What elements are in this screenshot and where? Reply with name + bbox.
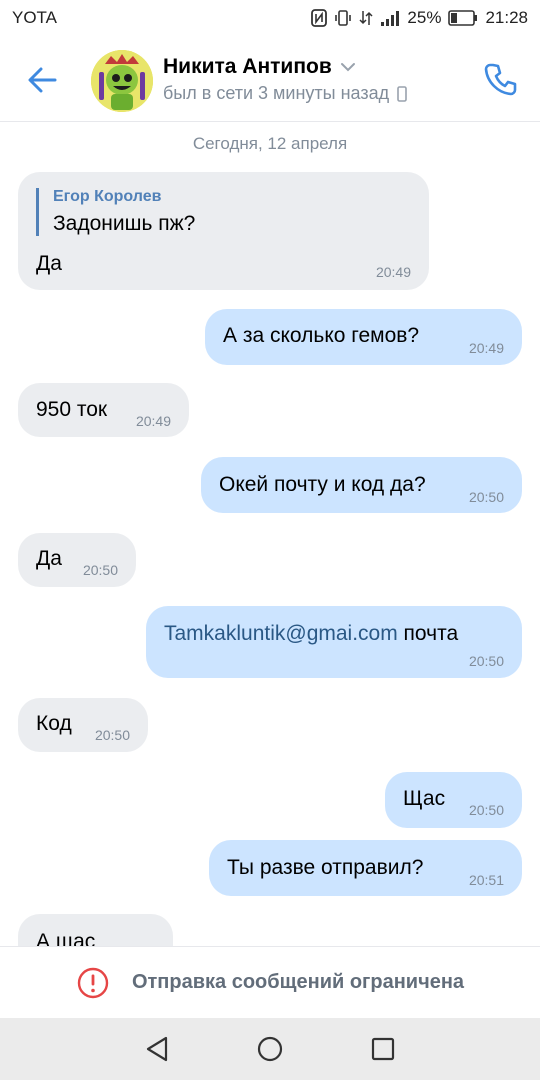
signal-icon <box>380 9 400 27</box>
battery-icon <box>448 10 478 26</box>
chevron-down-icon <box>340 63 355 72</box>
chat-header: Никита Антипов был в сети 3 минуты назад <box>0 36 540 122</box>
message-text: Tamkakluntik@gmai.com почта <box>164 622 458 646</box>
message-bubble-incoming[interactable]: Да 20:50 <box>18 533 136 587</box>
message-time: 20:49 <box>468 340 504 356</box>
last-seen-text: был в сети 3 минуты назад <box>163 83 390 103</box>
message-text: Окей почту и код да? <box>219 473 426 496</box>
title-block[interactable]: Никита Антипов был в сети 3 минуты назад <box>163 55 407 104</box>
nfc-icon <box>311 9 328 27</box>
contact-name-text: Никита Антипов <box>163 55 332 78</box>
nav-back-button[interactable] <box>137 1029 177 1069</box>
message-text: Щас <box>403 787 446 810</box>
message-time: 20:51 <box>468 872 504 888</box>
message-bubble-outgoing[interactable]: А за сколько гемов? 20:49 <box>205 309 522 365</box>
triangle-back-icon <box>146 1036 167 1062</box>
message-time: 20:49 <box>375 264 411 280</box>
message-bubble-incoming[interactable]: 950 ток 20:49 <box>18 383 189 437</box>
message-text: Ты разве отправил? <box>227 856 424 879</box>
message-time: 20:50 <box>468 653 504 669</box>
message-bubble-outgoing[interactable]: Ты разве отправил? 20:51 <box>209 840 522 896</box>
message-text-suffix: почта <box>397 622 459 645</box>
message-text: Код <box>36 712 72 735</box>
system-navigation-bar <box>0 1018 540 1080</box>
circle-home-icon <box>257 1036 283 1062</box>
avatar-image <box>91 50 153 112</box>
message-bubble-incoming[interactable]: Егор Королев Задонишь пж? Да 20:49 <box>18 172 429 290</box>
vibrate-icon <box>334 9 352 27</box>
mobile-data-icon <box>359 9 373 27</box>
clock: 21:28 <box>485 8 528 27</box>
restriction-text: Отправка сообщений ограничена <box>131 971 465 993</box>
status-icons: 25% 21:28 <box>311 8 528 28</box>
message-bubble-outgoing[interactable]: Tamkakluntik@gmai.com почта 20:50 <box>146 606 522 678</box>
message-time: 20:49 <box>135 413 171 429</box>
phone-icon <box>484 63 517 96</box>
message-time: 20:50 <box>468 489 504 505</box>
back-button[interactable] <box>22 60 62 100</box>
square-recents-icon <box>372 1037 395 1061</box>
status-bar: YOTA 25% 21:28 <box>0 0 540 36</box>
message-time: 20:50 <box>94 727 130 743</box>
message-text: 950 ток <box>36 398 108 421</box>
email-link[interactable]: Tamkakluntik@gmai.com <box>164 622 398 645</box>
call-button[interactable] <box>480 58 522 100</box>
mobile-device-icon <box>397 85 407 102</box>
last-seen-status: был в сети 3 минуты назад <box>163 83 407 104</box>
message-bubble-outgoing[interactable]: Щас 20:50 <box>385 772 522 828</box>
nav-recents-button[interactable] <box>363 1029 403 1069</box>
message-bubble-outgoing[interactable]: Окей почту и код да? 20:50 <box>201 457 522 513</box>
nav-home-button[interactable] <box>250 1029 290 1069</box>
message-bubble-incoming[interactable]: А щас <box>18 914 173 946</box>
reply-quote[interactable]: Егор Королев Задонишь пж? <box>36 188 195 236</box>
carrier-label: YOTA <box>12 8 58 27</box>
reply-author: Егор Королев <box>53 188 162 205</box>
message-time: 20:50 <box>82 562 118 578</box>
avatar[interactable] <box>91 50 153 112</box>
warning-icon <box>77 967 109 998</box>
battery-percent: 25% <box>407 8 442 27</box>
date-separator: Сегодня, 12 апреля <box>192 134 348 153</box>
messaging-restricted-bar: Отправка сообщений ограничена <box>0 946 540 1018</box>
message-text: А щас <box>36 930 96 946</box>
message-list[interactable]: Сегодня, 12 апреля Егор Королев Задонишь… <box>0 122 540 946</box>
message-text: Да <box>36 252 62 275</box>
message-bubble-incoming[interactable]: Код 20:50 <box>18 698 148 752</box>
message-time: 20:50 <box>468 802 504 818</box>
message-text: Да <box>36 547 62 570</box>
arrow-left-icon <box>28 67 57 93</box>
message-text: А за сколько гемов? <box>223 324 420 347</box>
reply-text: Задонишь пж? <box>53 212 196 235</box>
contact-name: Никита Антипов <box>163 55 356 79</box>
